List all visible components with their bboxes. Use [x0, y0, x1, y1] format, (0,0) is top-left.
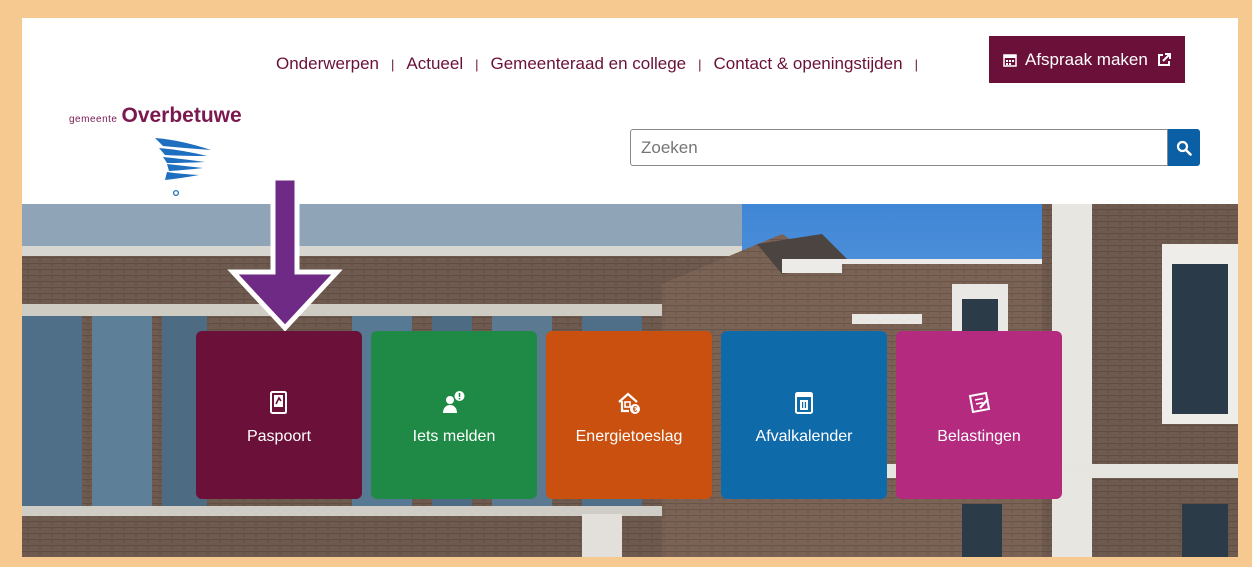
tile-label: Energietoeslag	[575, 428, 683, 445]
search-input[interactable]	[630, 129, 1168, 166]
quick-links: Paspoort Iets melden € Energietoeslag Af…	[196, 331, 1062, 499]
tile-energietoeslag[interactable]: € Energietoeslag	[546, 331, 712, 499]
waste-calendar-icon	[795, 392, 813, 414]
nav-separator: |	[914, 56, 918, 72]
tile-belastingen[interactable]: Belastingen	[896, 331, 1062, 499]
nav-item-gemeenteraad[interactable]: Gemeenteraad en college	[491, 54, 687, 74]
tile-label: Paspoort	[246, 428, 312, 445]
pointer-arrow-icon	[227, 178, 343, 332]
tile-afvalkalender[interactable]: Afvalkalender	[721, 331, 887, 499]
house-euro-icon: €	[618, 392, 640, 414]
tile-iets-melden[interactable]: Iets melden	[371, 331, 537, 499]
tile-label: Afvalkalender	[755, 428, 853, 445]
nav-item-onderwerpen[interactable]: Onderwerpen	[276, 54, 379, 74]
nav-separator: |	[698, 56, 702, 72]
search-button[interactable]	[1168, 129, 1200, 166]
logo-prefix: gemeente	[69, 114, 118, 125]
nav-separator: |	[391, 56, 395, 72]
svg-text:€: €	[633, 405, 638, 414]
top-navigation: Onderwerpen | Actueel | Gemeenteraad en …	[276, 53, 930, 75]
external-link-icon	[1157, 52, 1171, 66]
logo-name: Overbetuwe	[121, 104, 242, 127]
search-bar	[630, 129, 1200, 166]
nav-item-contact[interactable]: Contact & openingstijden	[714, 54, 903, 74]
tile-paspoort[interactable]: Paspoort	[196, 331, 362, 499]
page: Onderwerpen | Actueel | Gemeenteraad en …	[22, 18, 1238, 557]
nav-separator: |	[475, 56, 479, 72]
calendar-icon	[1003, 53, 1017, 67]
report-person-icon	[443, 391, 465, 413]
tile-label: Belastingen	[937, 428, 1021, 445]
logo-emblem-icon	[155, 138, 211, 197]
tile-label: Iets melden	[412, 428, 496, 445]
tax-form-icon	[968, 391, 991, 414]
appointment-label: Afspraak maken	[1025, 49, 1148, 69]
passport-icon	[270, 391, 287, 414]
search-icon	[1176, 140, 1192, 156]
appointment-button[interactable]: Afspraak maken	[989, 36, 1185, 83]
nav-item-actueel[interactable]: Actueel	[406, 54, 463, 74]
